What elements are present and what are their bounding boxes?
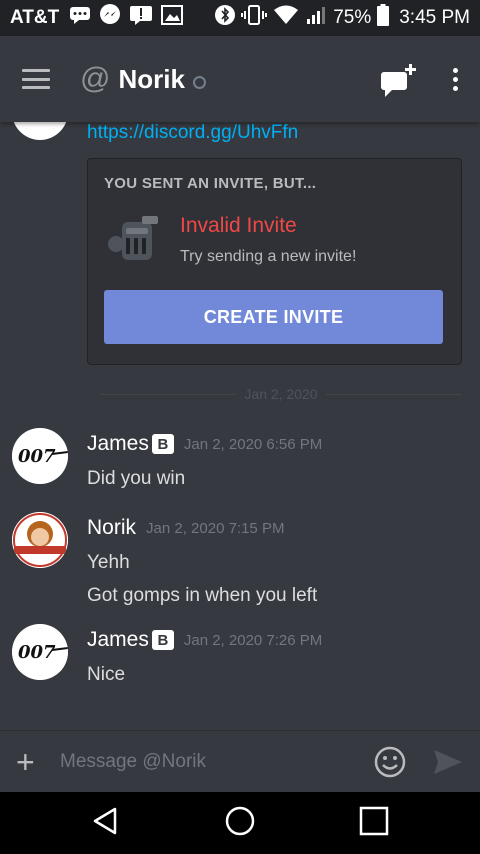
battery-icon [377, 4, 390, 32]
date-divider-label: Jan 2, 2020 [244, 386, 318, 402]
create-invite-button[interactable]: CREATE INVITE [104, 290, 443, 344]
status-bar: AT&T 75% 3:45 PM [0, 0, 480, 36]
svg-text:007: 007 [18, 642, 56, 663]
avatar[interactable]: 007 [12, 428, 68, 484]
avatar[interactable] [12, 512, 68, 568]
message-notification-icon [69, 6, 91, 30]
image-icon [161, 5, 184, 31]
add-attachment-icon[interactable]: + [16, 746, 46, 778]
invite-heading: YOU SENT AN INVITE, BUT... [104, 175, 317, 192]
invite-link[interactable]: https://discord.gg/UhvFfn [87, 122, 298, 144]
svg-text:007: 007 [18, 446, 56, 467]
badge: B [151, 434, 174, 454]
broken-server-icon [104, 208, 168, 272]
wifi-icon [273, 5, 299, 31]
invite-error-subtitle: Try sending a new invite! [180, 248, 357, 265]
date-divider: Jan 2, 2020 [100, 384, 463, 404]
timestamp: Jan 2, 2020 7:15 PM [146, 519, 285, 537]
offline-status-icon [192, 75, 206, 89]
avatar[interactable]: 007 [12, 624, 68, 680]
message-list[interactable]: https://discord.gg/UhvFfn YOU SENT AN IN… [0, 122, 480, 730]
at-icon: @ [80, 62, 111, 95]
send-icon[interactable] [432, 746, 464, 778]
bluetooth-icon [215, 4, 236, 32]
alert-icon [129, 5, 153, 31]
messenger-icon [99, 4, 121, 32]
message-text[interactable]: Yehh [87, 552, 130, 574]
invite-embed: YOU SENT AN INVITE, BUT... Invalid Invit… [87, 158, 462, 365]
timestamp: Jan 2, 2020 6:56 PM [183, 435, 323, 453]
carrier-label: AT&T [10, 7, 60, 28]
author-name[interactable]: James [87, 432, 149, 456]
page-title: Norik [118, 63, 185, 94]
new-group-dm-icon[interactable] [379, 64, 416, 97]
message-input[interactable] [60, 750, 374, 773]
badge: B [151, 630, 174, 650]
timestamp: Jan 2, 2020 7:26 PM [183, 631, 323, 649]
back-icon[interactable] [91, 806, 121, 841]
system-navigation-bar [0, 792, 480, 854]
message-text[interactable]: Did you win [87, 468, 185, 490]
channel-header: @ Norik [0, 36, 480, 122]
more-options-icon[interactable] [453, 67, 458, 91]
message-text[interactable]: Got gomps in when you left [87, 585, 317, 607]
author-name[interactable]: James [87, 628, 149, 652]
message-composer: + [0, 730, 480, 792]
battery-percent: 75% [333, 7, 372, 28]
home-icon[interactable] [224, 805, 256, 842]
message-text[interactable]: Nice [87, 664, 125, 686]
hamburger-menu-icon[interactable] [22, 69, 50, 89]
recent-apps-icon[interactable] [359, 806, 389, 841]
author-name[interactable]: Norik [87, 516, 136, 540]
avatar[interactable] [12, 122, 68, 140]
vibrate-icon [241, 4, 268, 32]
invite-error-title: Invalid Invite [180, 214, 297, 237]
emoji-icon[interactable] [374, 746, 406, 778]
clock: 3:45 PM [399, 7, 470, 28]
signal-icon [305, 5, 327, 31]
